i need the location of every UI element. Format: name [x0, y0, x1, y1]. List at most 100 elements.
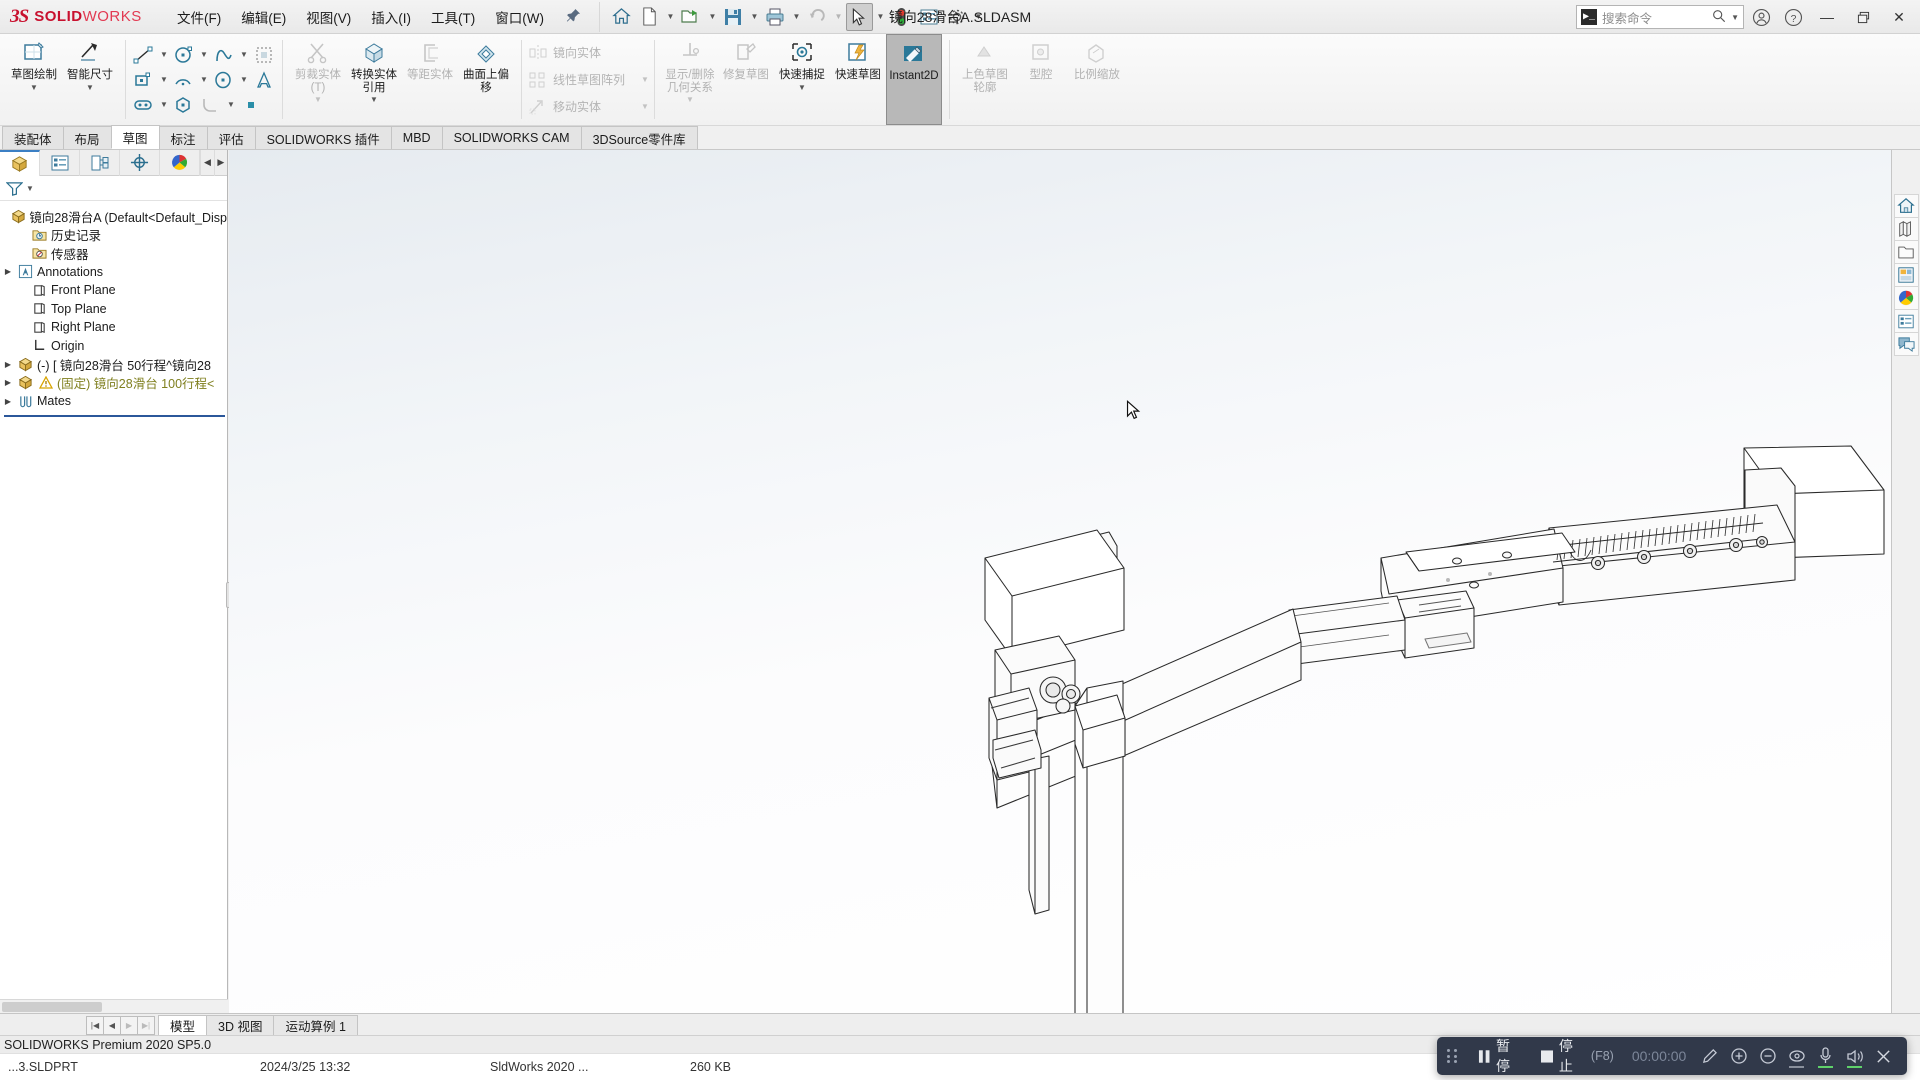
graphics-viewport[interactable]: ▼ ▼ ▼ ▼ ▼: [229, 150, 1891, 1013]
pen-annotate-icon[interactable]: [1696, 1042, 1723, 1070]
tree-node-sensors[interactable]: 传感器: [2, 244, 227, 263]
feature-tree-tab[interactable]: [0, 149, 41, 176]
zoom-out-icon[interactable]: [1754, 1042, 1781, 1070]
open-dropdown[interactable]: ▼: [706, 3, 719, 31]
tab-solidworks-addins[interactable]: SOLIDWORKS 插件: [254, 126, 392, 149]
slot-dropdown[interactable]: ▼: [158, 93, 170, 117]
tab-annotation[interactable]: 标注: [158, 126, 208, 149]
smart-dimension-dropdown-arrow[interactable]: ▼: [86, 83, 94, 92]
tab-layout[interactable]: 布局: [62, 126, 112, 149]
search-icon[interactable]: [1712, 9, 1726, 26]
feature-tree-filter[interactable]: ▼: [0, 176, 227, 201]
menu-insert[interactable]: 插入(I): [362, 2, 420, 32]
rapid-sketch-button[interactable]: 快速草图: [830, 34, 886, 125]
trim-box-icon[interactable]: [251, 43, 277, 67]
convert-entities-dropdown-arrow[interactable]: ▼: [370, 95, 378, 104]
linear-pattern-dropdown[interactable]: ▼: [629, 75, 649, 84]
offset-entities-button[interactable]: 等距实体: [402, 34, 458, 125]
expand-arrow[interactable]: ▶: [2, 360, 14, 369]
fillet-dropdown[interactable]: ▼: [225, 93, 237, 117]
account-icon[interactable]: [1746, 2, 1776, 32]
cad-model-assembly[interactable]: [229, 150, 1889, 1013]
shaded-sketch-contour-button[interactable]: 上色草图轮廓: [957, 34, 1013, 125]
sw-forum-icon[interactable]: [1893, 332, 1919, 356]
feature-tree-hscrollbar[interactable]: [0, 999, 228, 1013]
sketch-button[interactable]: 草图绘制 ▼: [6, 34, 62, 125]
repair-sketch-button[interactable]: 修复草图: [718, 34, 774, 125]
view-palette-icon[interactable]: [1893, 263, 1919, 287]
menu-edit[interactable]: 编辑(E): [232, 2, 295, 32]
line-dropdown[interactable]: ▼: [158, 43, 170, 67]
configuration-manager-tab[interactable]: [80, 149, 121, 176]
instant2d-button[interactable]: Instant2D: [885, 34, 942, 125]
recorder-drag-handle[interactable]: [1447, 1049, 1458, 1063]
display-delete-relations-button[interactable]: 显示/删除几何关系 ▼: [662, 34, 718, 125]
webcam-icon[interactable]: [1783, 1042, 1810, 1070]
tree-node-front-plane[interactable]: Front Plane: [2, 281, 227, 300]
custom-properties-icon[interactable]: [1893, 309, 1919, 333]
bottom-tab-model[interactable]: 模型: [158, 1015, 208, 1036]
speaker-icon[interactable]: [1841, 1042, 1868, 1070]
minimize-button[interactable]: —: [1810, 1, 1844, 33]
zoom-in-icon[interactable]: [1725, 1042, 1752, 1070]
tree-node-component-2[interactable]: ▶ (固定) 镜向28滑台 100行程<: [2, 374, 227, 393]
spline-dropdown[interactable]: ▼: [238, 43, 250, 67]
trim-entities-button[interactable]: 剪裁实体(T) ▼: [290, 34, 346, 125]
tree-node-component-1[interactable]: ▶ (-) [ 镜向28滑台 50行程^镜向28: [2, 355, 227, 374]
mirror-entities-row[interactable]: 镜向实体: [527, 40, 649, 65]
tab-3dsource-parts[interactable]: 3DSource零件库: [580, 126, 698, 149]
new-document-dropdown[interactable]: ▼: [664, 3, 677, 31]
line-icon[interactable]: [131, 43, 157, 67]
sketch-dropdown-arrow[interactable]: ▼: [30, 83, 38, 92]
filter-dropdown-arrow[interactable]: ▼: [26, 184, 34, 193]
command-search-box[interactable]: ▶_ 搜索命令 ▼: [1576, 5, 1744, 29]
first-tab-arrow[interactable]: |◀: [86, 1016, 104, 1035]
tree-node-mates[interactable]: ▶ Mates: [2, 392, 227, 411]
menu-file[interactable]: 文件(F): [168, 2, 230, 32]
offset-on-surface-button[interactable]: 曲面上偏移: [458, 34, 514, 125]
ellipse-icon[interactable]: [211, 68, 237, 92]
tree-node-top-plane[interactable]: Top Plane: [2, 300, 227, 319]
expand-arrow[interactable]: ▶: [2, 397, 14, 406]
tree-node-annotations[interactable]: ▶ Annotations: [2, 263, 227, 282]
slot-icon[interactable]: [131, 93, 157, 117]
home-panel-icon[interactable]: [1893, 194, 1919, 218]
undo-dropdown[interactable]: ▼: [832, 3, 845, 31]
convert-entities-button[interactable]: 转换实体引用 ▼: [346, 34, 402, 125]
help-icon[interactable]: ?: [1778, 2, 1808, 32]
select-cursor-icon[interactable]: [845, 2, 873, 31]
polygon-icon[interactable]: [171, 93, 197, 117]
properties-icon[interactable]: [916, 3, 943, 31]
microphone-icon[interactable]: [1812, 1042, 1839, 1070]
tab-solidworks-cam[interactable]: SOLIDWORKS CAM: [441, 126, 582, 149]
linear-sketch-pattern-row[interactable]: 线性草图阵列 ▼: [527, 67, 649, 92]
options-gear-icon[interactable]: [944, 3, 971, 31]
bottom-tab-motion-study[interactable]: 运动算例 1: [273, 1015, 358, 1036]
menu-window[interactable]: 窗口(W): [486, 2, 553, 32]
appearances-scenes-icon[interactable]: [1893, 286, 1919, 310]
circle-dropdown[interactable]: ▼: [198, 43, 210, 67]
menu-tools[interactable]: 工具(T): [422, 2, 484, 32]
text-a-icon[interactable]: [251, 68, 277, 92]
save-icon[interactable]: [720, 3, 747, 31]
tab-assembly[interactable]: 装配体: [2, 126, 64, 149]
home-icon[interactable]: [608, 3, 635, 31]
ellipse-dropdown[interactable]: ▼: [238, 68, 250, 92]
bottom-tab-3dviews[interactable]: 3D 视图: [206, 1015, 275, 1036]
tabstrip-next-arrow[interactable]: ▶: [213, 149, 227, 176]
new-document-icon[interactable]: [636, 3, 663, 31]
spline-icon[interactable]: [211, 43, 237, 67]
expand-arrow[interactable]: ▶: [2, 267, 14, 276]
recorder-pause-button[interactable]: 暂停: [1470, 1038, 1531, 1074]
fillet-icon[interactable]: [198, 93, 224, 117]
options-dropdown[interactable]: ▼: [972, 3, 985, 31]
tree-node-assembly-root[interactable]: 镜向28滑台A (Default<Default_Disp: [2, 207, 227, 226]
trim-entities-dropdown-arrow[interactable]: ▼: [314, 95, 322, 104]
open-folder-icon[interactable]: [678, 3, 705, 31]
quick-snaps-dropdown-arrow[interactable]: ▼: [798, 83, 806, 92]
arc-icon[interactable]: [171, 68, 197, 92]
circle-icon[interactable]: [171, 43, 197, 67]
tree-node-history[interactable]: 历史记录: [2, 226, 227, 245]
tab-sketch[interactable]: 草图: [110, 125, 160, 149]
print-dropdown[interactable]: ▼: [790, 3, 803, 31]
